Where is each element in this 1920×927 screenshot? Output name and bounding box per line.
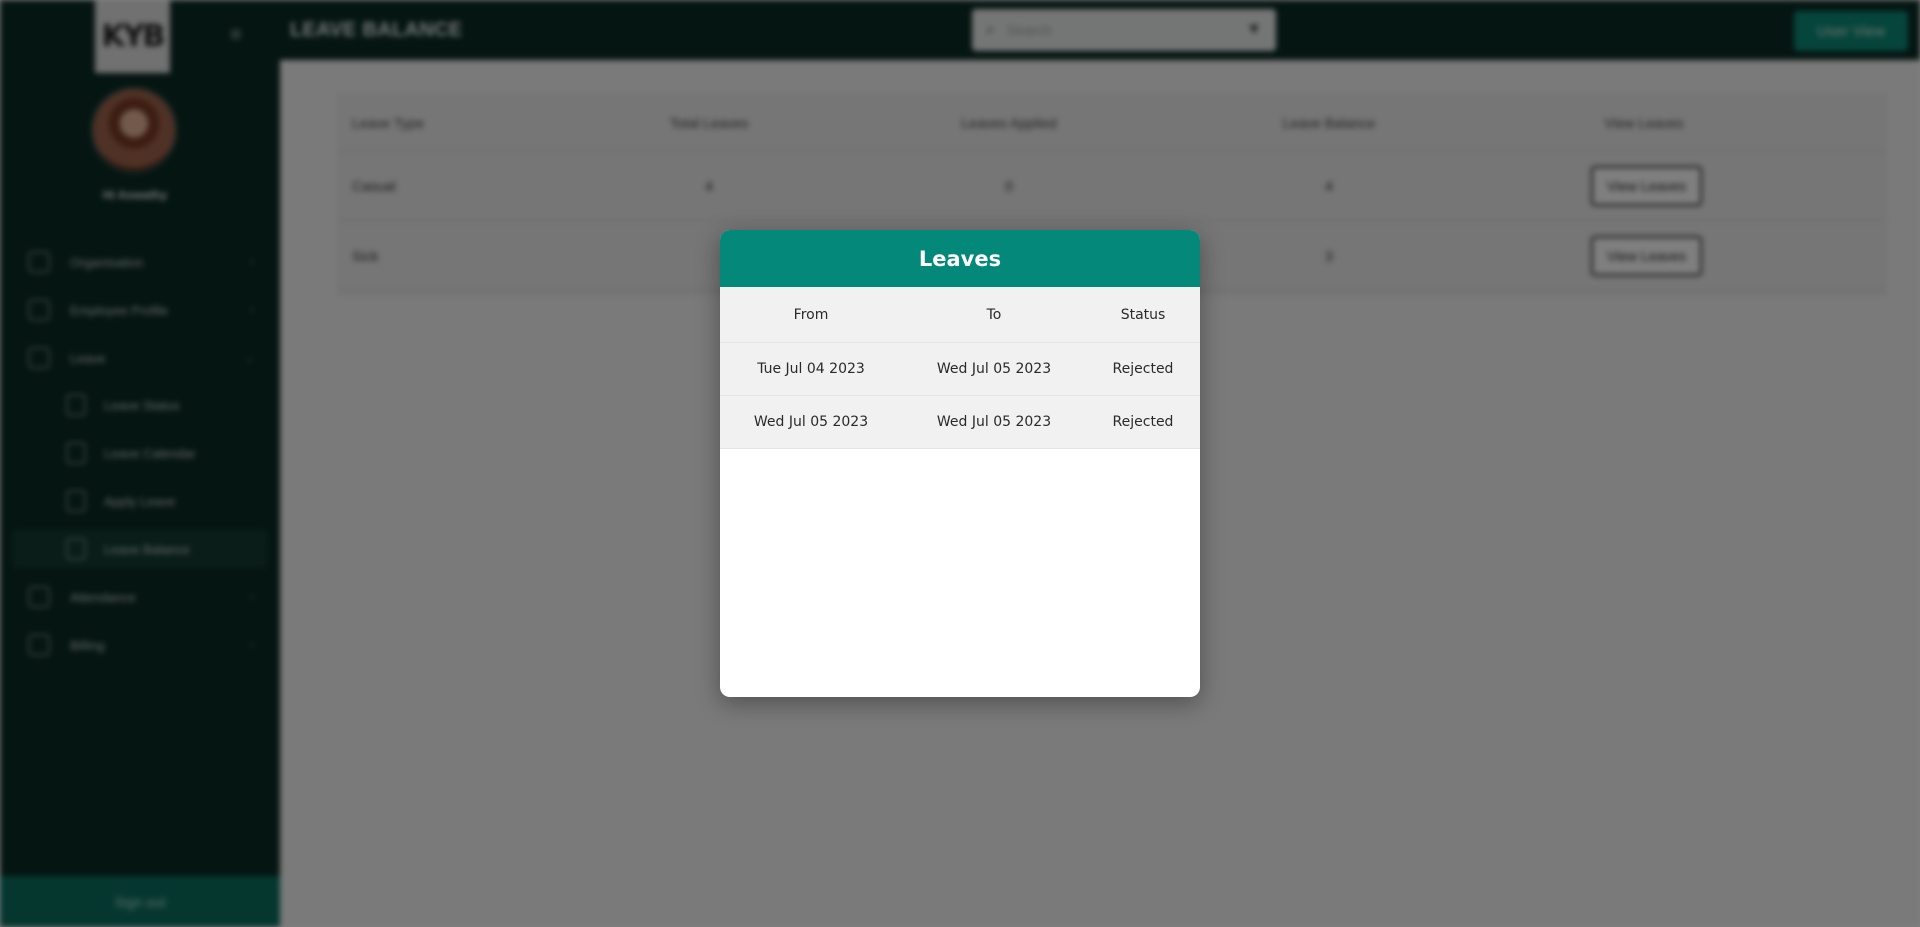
column-header-from: From (793, 306, 829, 323)
to-date-cell: Wed Jul 05 2023 (936, 414, 1052, 430)
modal-header: Leaves (720, 230, 1200, 287)
from-date-cell: Tue Jul 04 2023 (757, 361, 865, 377)
column-header-status: Status (1120, 306, 1166, 323)
status-cell: Rejected (1112, 361, 1174, 377)
status-cell: Rejected (1112, 414, 1174, 430)
column-header-to: To (986, 306, 1002, 323)
table-row: Tue Jul 04 2023 Wed Jul 05 2023 Rejected (720, 343, 1200, 396)
from-date-cell: Wed Jul 05 2023 (753, 414, 869, 430)
modal-title: Leaves (918, 246, 1002, 271)
leaves-modal: Leaves From To Status Tue Jul 04 2023 We… (720, 230, 1200, 697)
modal-table-header: From To Status (720, 287, 1200, 343)
table-row: Wed Jul 05 2023 Wed Jul 05 2023 Rejected (720, 396, 1200, 449)
to-date-cell: Wed Jul 05 2023 (936, 361, 1052, 377)
